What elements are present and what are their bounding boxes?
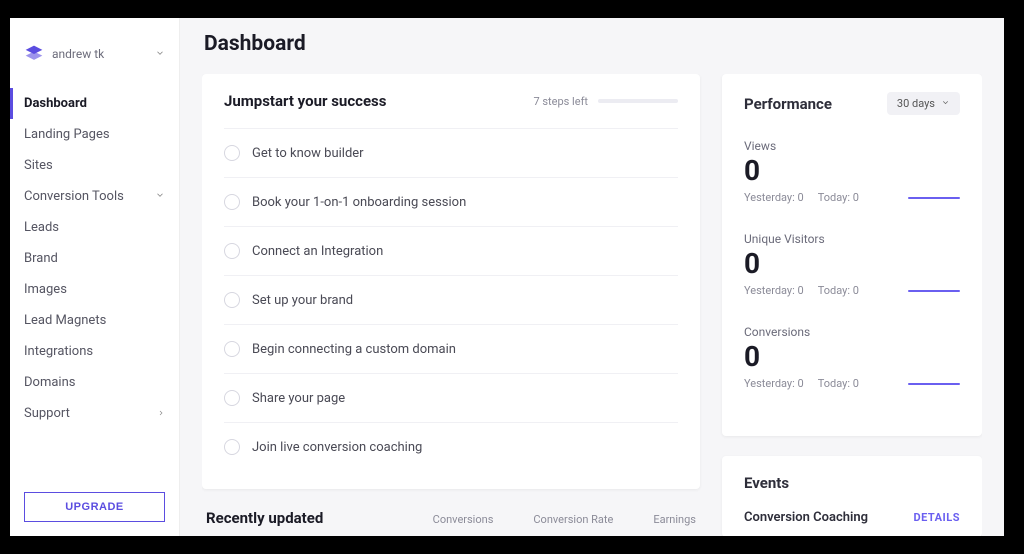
sidebar-item-dashboard[interactable]: Dashboard — [10, 88, 179, 119]
sidebar-item-label: Support — [24, 406, 70, 421]
chevron-down-icon — [155, 189, 165, 204]
sidebar-item-label: Dashboard — [24, 96, 87, 111]
metric-label: Conversions — [744, 325, 960, 339]
task-label: Join live conversion coaching — [252, 440, 422, 455]
sidebar-item-support[interactable]: Support — [10, 398, 179, 429]
account-switcher[interactable]: andrew tk — [10, 32, 179, 88]
progress-bar — [598, 99, 678, 103]
account-name: andrew tk — [52, 47, 147, 61]
sidebar-item-brand[interactable]: Brand — [10, 243, 179, 274]
sidebar-item-sites[interactable]: Sites — [10, 150, 179, 181]
metric-yesterday: Yesterday: 0 — [744, 377, 804, 390]
sidebar-item-label: Leads — [24, 220, 59, 235]
details-link[interactable]: DETAILS — [913, 511, 960, 524]
sidebar-item-label: Landing Pages — [24, 127, 110, 142]
metric-value: 0 — [744, 250, 960, 278]
task-item[interactable]: Get to know builder — [224, 128, 678, 177]
metric-block: Views 0 Yesterday: 0 Today: 0 — [744, 139, 960, 204]
metric-label: Unique Visitors — [744, 232, 960, 246]
metric-today: Today: 0 — [818, 284, 859, 297]
sidebar-item-conversion-tools[interactable]: Conversion Tools — [10, 181, 179, 212]
sidebar-item-label: Domains — [24, 375, 75, 390]
checkbox-icon — [224, 292, 240, 308]
page-title: Dashboard — [204, 32, 982, 56]
event-row: Conversion Coaching DETAILS — [744, 510, 960, 525]
sidebar-item-integrations[interactable]: Integrations — [10, 336, 179, 367]
task-item[interactable]: Share your page — [224, 373, 678, 422]
sidebar-item-label: Lead Magnets — [24, 313, 106, 328]
metric-value: 0 — [744, 157, 960, 185]
checkbox-icon — [224, 243, 240, 259]
column-header: Conversions — [433, 513, 494, 526]
metric-today: Today: 0 — [818, 191, 859, 204]
sidebar-item-lead-magnets[interactable]: Lead Magnets — [10, 305, 179, 336]
checkbox-icon — [224, 145, 240, 161]
performance-card: Performance 30 days Views 0 Yesterday: 0 To… — [722, 74, 982, 436]
chevron-right-icon — [157, 406, 165, 421]
sidebar: andrew tk Dashboard Landing Pages Sites Con… — [10, 18, 180, 536]
metric-value: 0 — [744, 343, 960, 371]
column-header: Earnings — [653, 513, 696, 526]
task-item[interactable]: Begin connecting a custom domain — [224, 324, 678, 373]
task-label: Share your page — [252, 391, 345, 406]
sidebar-item-landing-pages[interactable]: Landing Pages — [10, 119, 179, 150]
logo-icon — [24, 44, 44, 64]
main-content: Dashboard Jumpstart your success 7 steps… — [180, 18, 1004, 536]
jumpstart-progress: 7 steps left — [533, 95, 678, 108]
recently-updated-title: Recently updated — [206, 509, 433, 527]
recently-updated-section: Recently updated Conversions Conversion R… — [202, 509, 700, 527]
sidebar-item-label: Images — [24, 282, 67, 297]
metric-today: Today: 0 — [818, 377, 859, 390]
checkbox-icon — [224, 194, 240, 210]
task-label: Begin connecting a custom domain — [252, 342, 456, 357]
event-name: Conversion Coaching — [744, 510, 868, 525]
metric-yesterday: Yesterday: 0 — [744, 284, 804, 297]
date-range-label: 30 days — [897, 97, 935, 110]
date-range-selector[interactable]: 30 days — [887, 92, 960, 115]
sidebar-item-label: Brand — [24, 251, 58, 266]
jumpstart-card: Jumpstart your success 7 steps left Get … — [202, 74, 700, 489]
steps-left-text: 7 steps left — [533, 95, 588, 108]
checkbox-icon — [224, 439, 240, 455]
performance-title: Performance — [744, 95, 832, 113]
sidebar-item-label: Integrations — [24, 344, 93, 359]
sidebar-item-label: Sites — [24, 158, 53, 173]
sparkline — [908, 383, 960, 385]
chevron-down-icon — [941, 97, 950, 110]
metric-block: Conversions 0 Yesterday: 0 Today: 0 — [744, 325, 960, 390]
task-label: Get to know builder — [252, 146, 364, 161]
task-label: Book your 1-on-1 onboarding session — [252, 195, 466, 210]
task-label: Connect an Integration — [252, 244, 383, 259]
metric-yesterday: Yesterday: 0 — [744, 191, 804, 204]
upgrade-button[interactable]: UPGRADE — [24, 492, 165, 522]
sparkline — [908, 290, 960, 292]
chevron-down-icon — [155, 47, 165, 62]
sidebar-item-images[interactable]: Images — [10, 274, 179, 305]
metric-block: Unique Visitors 0 Yesterday: 0 Today: 0 — [744, 232, 960, 297]
sidebar-nav: Dashboard Landing Pages Sites Conversion To… — [10, 88, 179, 429]
task-label: Set up your brand — [252, 293, 353, 308]
sidebar-item-label: Conversion Tools — [24, 189, 124, 204]
events-title: Events — [744, 474, 960, 492]
events-card: Events Conversion Coaching DETAILS — [722, 456, 982, 536]
jumpstart-title: Jumpstart your success — [224, 92, 386, 110]
task-item[interactable]: Connect an Integration — [224, 226, 678, 275]
app-frame: andrew tk Dashboard Landing Pages Sites Con… — [10, 18, 1004, 536]
metric-label: Views — [744, 139, 960, 153]
sidebar-item-domains[interactable]: Domains — [10, 367, 179, 398]
sparkline — [908, 197, 960, 199]
checkbox-icon — [224, 341, 240, 357]
task-item[interactable]: Join live conversion coaching — [224, 422, 678, 471]
checkbox-icon — [224, 390, 240, 406]
sidebar-item-leads[interactable]: Leads — [10, 212, 179, 243]
task-item[interactable]: Book your 1-on-1 onboarding session — [224, 177, 678, 226]
task-item[interactable]: Set up your brand — [224, 275, 678, 324]
column-header: Conversion Rate — [533, 513, 613, 526]
